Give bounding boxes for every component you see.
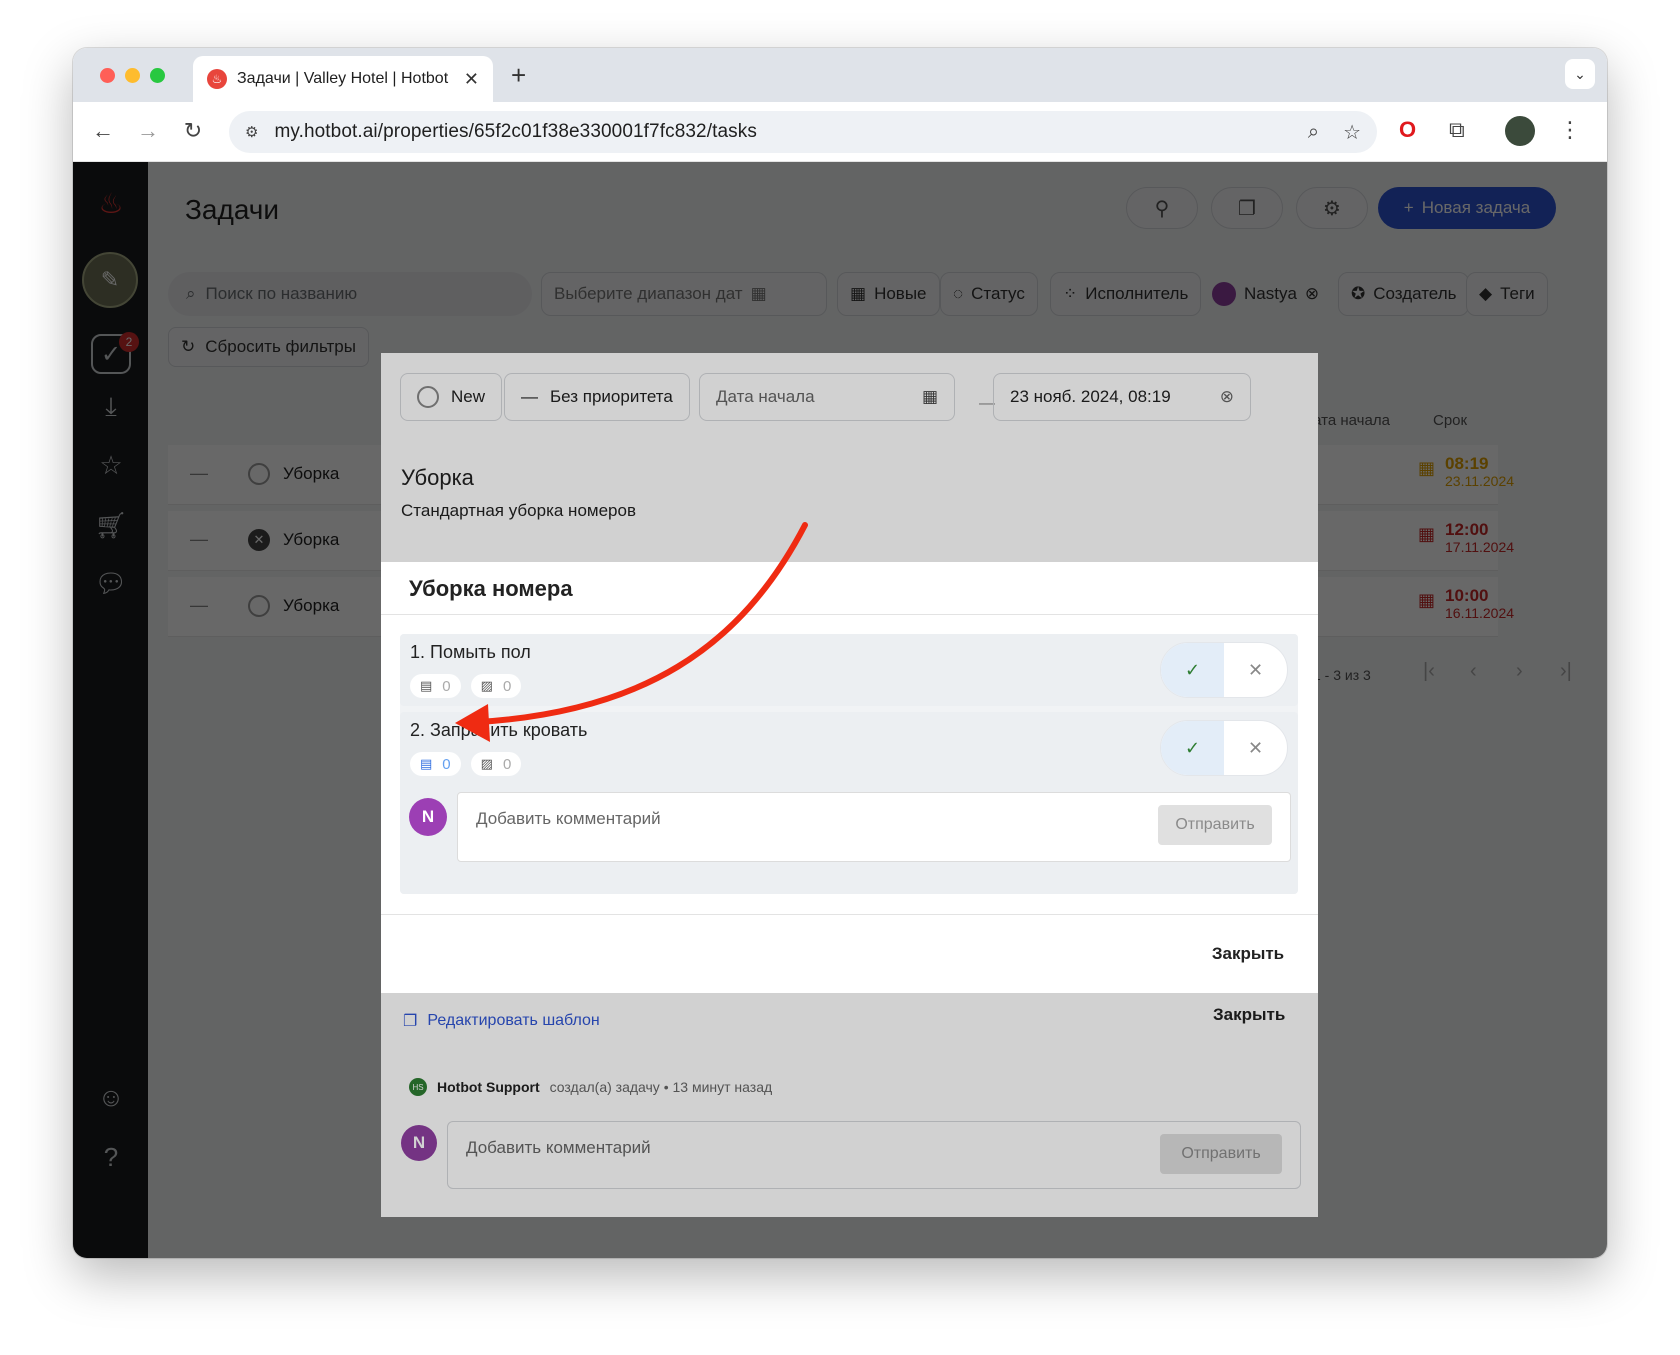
mark-not-done-x-icon[interactable]: ✕ <box>1224 643 1287 697</box>
browser-toolbar: ← → ↻ ⚙ my.hotbot.ai/properties/65f2c01f… <box>73 102 1607 162</box>
close-window-button[interactable] <box>100 68 115 83</box>
checklist-item: 1. Помыть пол ▤ 0 ▨ 0 ✓ ✕ <box>400 634 1298 706</box>
app-viewport: ♨ ✎ ✓ 2 ⤓ ☆ 🛒︎ 💬︎ ☺ ? Задачи ⚲ ❐ ⚙ + Нов… <box>73 162 1607 1258</box>
image-icon: ▨ <box>480 756 493 771</box>
item-comment-input[interactable]: Добавить комментарий Отправить <box>457 792 1291 862</box>
address-bar[interactable]: ⚙ my.hotbot.ai/properties/65f2c01f38e330… <box>229 111 1377 153</box>
comments-counter[interactable]: ▤ 0 <box>410 674 461 698</box>
photos-counter[interactable]: ▨ 0 <box>470 674 522 698</box>
bookmark-star-icon[interactable]: ☆ <box>1343 120 1361 145</box>
reload-icon[interactable]: ↻ <box>179 118 207 144</box>
url-text[interactable]: my.hotbot.ai/properties/65f2c01f38e33000… <box>274 121 1283 143</box>
browser-tab[interactable]: ♨ Задачи | Valley Hotel | Hotbot ✕ <box>193 56 493 102</box>
profile-avatar[interactable] <box>1505 116 1535 146</box>
item-done-toggle: ✓ ✕ <box>1160 720 1288 776</box>
photos-count: 0 <box>502 677 512 695</box>
checklist-item-label: 1. Помыть пол <box>410 642 531 662</box>
divider <box>381 914 1318 915</box>
site-settings-icon[interactable]: ⚙ <box>245 123 258 141</box>
checklist-item-label: 2. Заправить кровать <box>410 720 588 740</box>
comment-icon: ▤ <box>420 678 433 693</box>
hotbot-favicon-icon: ♨ <box>207 69 227 89</box>
checklist-item-expanded: 2. Заправить кровать ▤ 0 ▨ 0 ✓ ✕ N Добав… <box>400 712 1298 894</box>
checklist-title: Уборка номера <box>409 576 573 601</box>
comments-count: 0 <box>442 755 451 773</box>
mark-done-check-icon[interactable]: ✓ <box>1161 721 1224 775</box>
comments-counter[interactable]: ▤ 0 <box>410 752 461 776</box>
photos-counter[interactable]: ▨ 0 <box>470 752 522 776</box>
back-arrow-icon[interactable]: ← <box>89 118 117 144</box>
photos-count: 0 <box>502 755 512 773</box>
comment-icon: ▤ <box>420 756 433 771</box>
image-icon: ▨ <box>480 678 493 693</box>
user-avatar: N <box>409 798 447 836</box>
close-checklist-button[interactable]: Закрыть <box>1198 934 1298 974</box>
checklist-modal: Уборка номера 1. Помыть пол ▤ 0 ▨ 0 ✓ ✕ … <box>381 562 1318 993</box>
tab-search-chevron-icon[interactable]: ⌄ <box>1565 59 1595 89</box>
tab-title: Задачи | Valley Hotel | Hotbot <box>237 70 449 87</box>
checklist-panel: 1. Помыть пол ▤ 0 ▨ 0 ✓ ✕ 2. Заправить к… <box>400 634 1298 894</box>
divider <box>381 614 1318 615</box>
mark-not-done-x-icon[interactable]: ✕ <box>1224 721 1287 775</box>
item-done-toggle: ✓ ✕ <box>1160 642 1288 698</box>
maximize-window-button[interactable] <box>150 68 165 83</box>
mark-done-check-icon[interactable]: ✓ <box>1161 643 1224 697</box>
minimize-window-button[interactable] <box>125 68 140 83</box>
new-tab-icon[interactable]: + <box>511 60 526 91</box>
browser-window: ♨ Задачи | Valley Hotel | Hotbot ✕ + ⌄ ←… <box>73 48 1607 1258</box>
forward-arrow-icon[interactable]: → <box>134 118 162 144</box>
extensions-puzzle-icon[interactable]: ⧉ <box>1449 117 1465 143</box>
close-tab-icon[interactable]: ✕ <box>464 69 479 90</box>
comments-count: 0 <box>442 677 451 695</box>
item-counters: ▤ 0 ▨ 0 <box>410 752 522 776</box>
browser-menu-icon[interactable]: ⋮ <box>1559 117 1581 143</box>
send-comment-button[interactable]: Отправить <box>1158 805 1272 845</box>
item-counters: ▤ 0 ▨ 0 <box>410 674 522 698</box>
comment-placeholder: Добавить комментарий <box>476 809 661 828</box>
opera-extension-icon[interactable]: O <box>1399 117 1416 143</box>
tab-strip: ♨ Задачи | Valley Hotel | Hotbot ✕ + ⌄ <box>73 48 1607 102</box>
zoom-icon[interactable]: ⌕ <box>1308 121 1319 144</box>
